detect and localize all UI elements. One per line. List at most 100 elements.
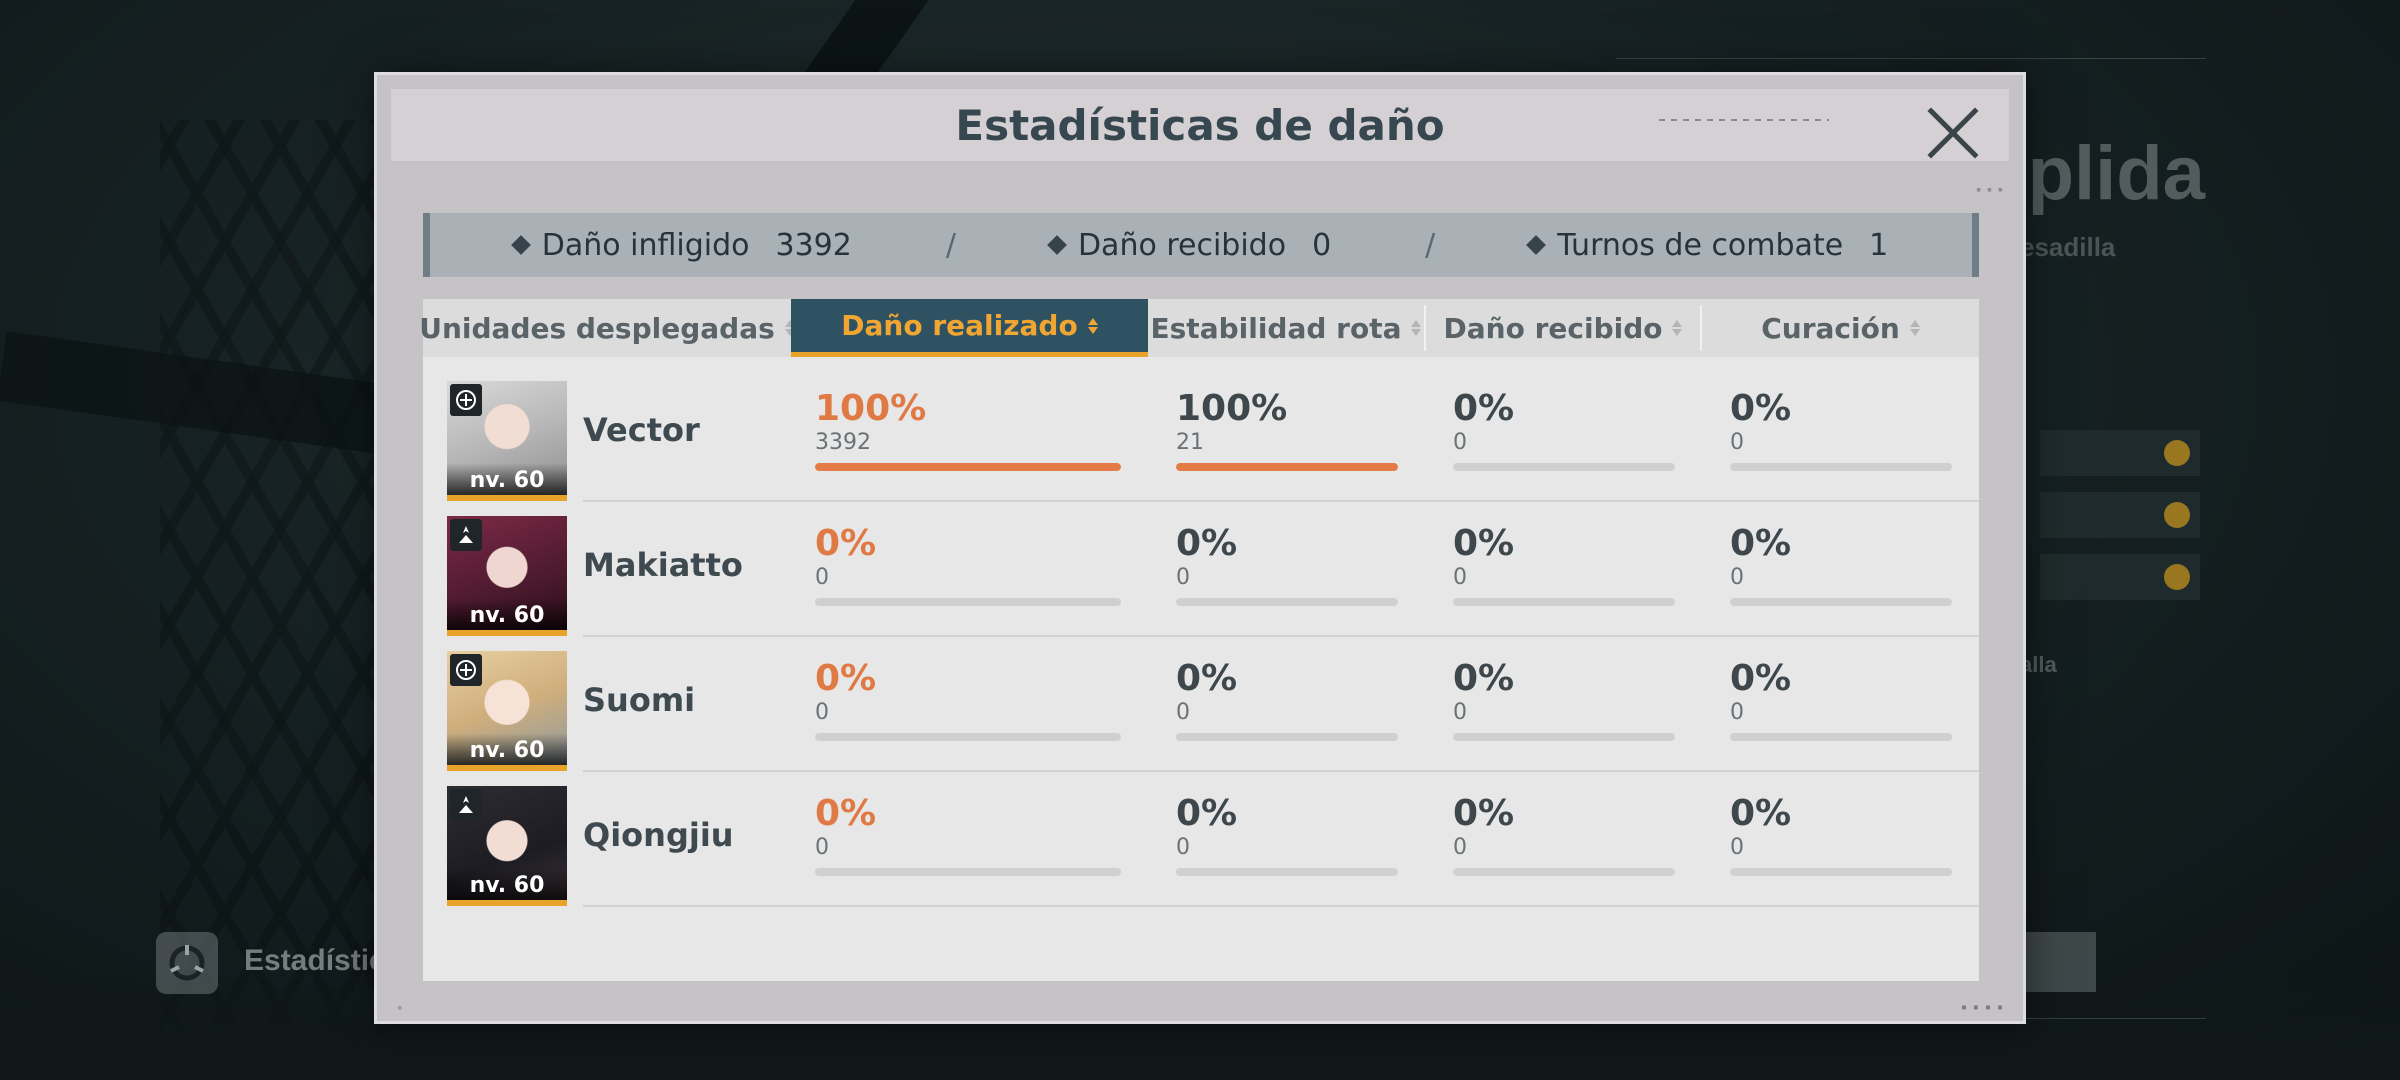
healing-value: 0 <box>1730 700 1744 725</box>
background-row <box>2040 492 2200 538</box>
sentinel-icon <box>450 519 482 551</box>
diamond-icon <box>1047 235 1067 255</box>
column-label: Curación <box>1761 311 1900 345</box>
unit-name: Vector <box>583 411 700 449</box>
unit-portrait[interactable]: nv. 60 <box>447 516 567 636</box>
row-divider <box>583 905 1979 907</box>
column-label: Daño realizado <box>841 309 1078 342</box>
stability-broken-cell: 0% 0 <box>1176 792 1237 860</box>
stability-broken-value: 0 <box>1176 565 1190 590</box>
sort-icon <box>1411 320 1422 336</box>
stability-broken-bar <box>1176 598 1398 606</box>
summary-value: 0 <box>1312 227 1332 263</box>
damage-received-bar <box>1453 733 1675 741</box>
healing-cell: 0% 0 <box>1730 387 1791 455</box>
damage-dealt-bar <box>815 598 1121 606</box>
damage-received-value: 0 <box>1453 430 1467 455</box>
damage-dealt-percent: 0% <box>815 523 877 564</box>
damage-dealt-value: 0 <box>815 835 829 860</box>
header-decoration <box>1659 119 1829 121</box>
summary-separator: / <box>1425 227 1436 263</box>
stats-table: Unidades desplegadas Daño realizado Esta… <box>419 299 1979 981</box>
table-row: nv. 60 Vector 100% 3392 100% 21 0% 0 0% … <box>423 367 1979 502</box>
stability-broken-cell: 100% 21 <box>1176 387 1287 455</box>
damage-received-bar <box>1453 868 1675 876</box>
stability-broken-percent: 0% <box>1176 523 1238 564</box>
background-result-subtitle: esadilla <box>2020 232 2116 262</box>
healing-percent: 0% <box>1730 658 1792 699</box>
unit-portrait[interactable]: nv. 60 <box>447 381 567 501</box>
damage-received-bar <box>1453 463 1675 471</box>
unit-level: nv. 60 <box>447 733 567 765</box>
table-row: nv. 60 Makiatto 0% 0 0% 0 0% 0 0% 0 <box>423 502 1979 637</box>
stability-broken-percent: 100% <box>1176 388 1288 429</box>
chevron-icon <box>2164 502 2190 528</box>
healing-cell: 0% 0 <box>1730 522 1791 590</box>
sort-icon <box>1672 320 1683 336</box>
decorative-code: ▪ ▪ ▪ ▪ <box>1960 1002 2003 1013</box>
unit-portrait[interactable]: nv. 60 <box>447 651 567 771</box>
column-header-stability-broken[interactable]: Estabilidad rota <box>1148 299 1424 357</box>
table-row: nv. 60 Suomi 0% 0 0% 0 0% 0 0% 0 <box>423 637 1979 772</box>
column-label: Unidades desplegadas <box>419 311 775 345</box>
summary-bar: Daño infligido 3392 / Daño recibido 0 / … <box>423 213 1979 277</box>
stability-broken-percent: 0% <box>1176 658 1238 699</box>
chevron-icon <box>2164 564 2190 590</box>
unit-name: Suomi <box>583 681 696 719</box>
stability-broken-value: 0 <box>1176 835 1190 860</box>
stability-broken-cell: 0% 0 <box>1176 657 1237 725</box>
healing-bar <box>1730 598 1952 606</box>
damage-dealt-bar <box>815 733 1121 741</box>
summary-label: Daño recibido <box>1077 227 1287 263</box>
stability-broken-value: 0 <box>1176 700 1190 725</box>
decorative-code: ▪ ▪ ▪ <box>1975 185 2003 195</box>
damage-received-percent: 0% <box>1453 658 1515 699</box>
damage-received-percent: 0% <box>1453 523 1515 564</box>
summary-value: 1 <box>1869 227 1889 263</box>
damage-dealt-bar <box>815 868 1121 876</box>
healing-cell: 0% 0 <box>1730 657 1791 725</box>
column-label: Daño recibido <box>1443 311 1663 345</box>
damage-dealt-value: 0 <box>815 565 829 590</box>
close-icon <box>1927 107 1979 159</box>
damage-received-cell: 0% 0 <box>1453 522 1514 590</box>
column-header-damage-received[interactable]: Daño recibido <box>1426 299 1700 357</box>
sort-icon <box>1087 317 1098 334</box>
damage-received-value: 0 <box>1453 700 1467 725</box>
unit-level: nv. 60 <box>447 598 567 630</box>
damage-dealt-cell: 100% 3392 <box>815 387 926 455</box>
statistics-label: Estadístic <box>244 944 386 977</box>
close-button[interactable] <box>1923 103 1983 163</box>
diamond-icon <box>1526 235 1547 255</box>
bar-fill <box>1176 463 1398 471</box>
unit-portrait[interactable]: nv. 60 <box>447 786 567 906</box>
unit-name: Makiatto <box>583 546 743 584</box>
summary-combat-turns: Turnos de combate 1 <box>1526 227 1889 263</box>
column-label: Estabilidad rota <box>1150 311 1402 345</box>
column-header-units[interactable]: Unidades desplegadas <box>419 299 795 357</box>
dialog-header: Estadísticas de daño <box>391 89 2009 161</box>
column-header-damage-dealt[interactable]: Daño realizado <box>791 299 1148 357</box>
bulwark-icon <box>450 654 482 686</box>
damage-dealt-cell: 0% 0 <box>815 522 876 590</box>
unit-name: Qiongjiu <box>583 816 734 854</box>
healing-bar <box>1730 463 1952 471</box>
healing-cell: 0% 0 <box>1730 792 1791 860</box>
damage-dealt-bar <box>815 463 1121 471</box>
bulwark-icon <box>450 384 482 416</box>
bar-fill <box>815 463 1121 471</box>
damage-received-value: 0 <box>1453 835 1467 860</box>
damage-received-cell: 0% 0 <box>1453 792 1514 860</box>
summary-damage-received: Daño recibido 0 <box>1047 227 1332 263</box>
summary-value: 3392 <box>775 227 852 263</box>
healing-percent: 0% <box>1730 793 1792 834</box>
stability-broken-bar <box>1176 463 1398 471</box>
healing-bar <box>1730 733 1952 741</box>
column-header-healing[interactable]: Curación <box>1702 299 1979 357</box>
damage-dealt-cell: 0% 0 <box>815 657 876 725</box>
stability-broken-cell: 0% 0 <box>1176 522 1237 590</box>
damage-dealt-value: 3392 <box>815 430 871 455</box>
background-row <box>2040 554 2200 600</box>
damage-received-bar <box>1453 598 1675 606</box>
table-row: nv. 60 Qiongjiu 0% 0 0% 0 0% 0 0% 0 <box>423 772 1979 907</box>
